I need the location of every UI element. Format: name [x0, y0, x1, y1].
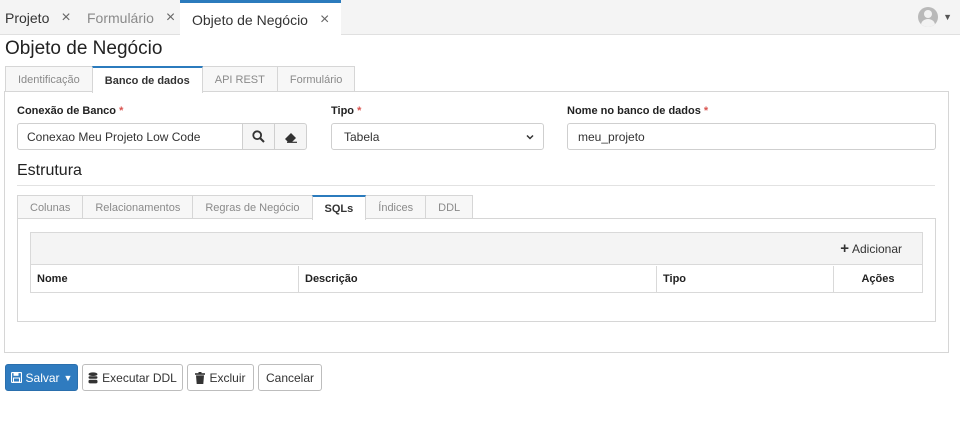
section-divider	[17, 185, 935, 186]
column-header-descricao[interactable]: Descrição	[299, 266, 657, 292]
delete-label: Excluir	[209, 370, 246, 385]
chevron-down-icon: ▼	[943, 12, 952, 22]
tipo-label-text: Tipo	[331, 105, 355, 117]
eraser-icon	[284, 132, 297, 143]
required-marker: *	[357, 105, 362, 117]
close-icon[interactable]: ×	[61, 9, 70, 26]
conexao-value: Conexao Meu Projeto Low Code	[27, 129, 201, 144]
tab-colunas[interactable]: Colunas	[17, 195, 84, 219]
column-header-tipo[interactable]: Tipo	[657, 266, 834, 292]
caret-down-icon: ▼	[63, 372, 73, 383]
avatar	[918, 7, 939, 27]
tab-banco-de-dados[interactable]: Banco de dados	[91, 66, 203, 93]
sql-grid: + Adicionar Nome Descrição Tipo Ações	[30, 232, 923, 293]
nome-banco-field[interactable]: meu_projeto	[567, 123, 936, 150]
top-tab-bar: Projeto × Formulário × Objeto de Negócio…	[0, 0, 960, 36]
top-tab-label: Objeto de Negócio	[192, 11, 308, 28]
sub-tabs: Colunas Relacionamentos Regras de Negóci…	[17, 195, 474, 220]
tab-identificacao[interactable]: Identificação	[5, 66, 93, 92]
tab-sqls[interactable]: SQLs	[311, 195, 367, 220]
tab-regras-de-negocio[interactable]: Regras de Negócio	[192, 195, 313, 219]
required-marker: *	[703, 105, 709, 117]
database-icon	[88, 371, 98, 384]
nome-label: Nome no banco de dados *	[567, 105, 708, 117]
tipo-select[interactable]: Tabela	[331, 123, 544, 150]
user-menu[interactable]: ▼	[918, 7, 952, 27]
close-icon[interactable]: ×	[320, 11, 329, 28]
main-tabs: Identificação Banco de dados API REST Fo…	[5, 66, 356, 93]
tipo-value: Tabela	[344, 129, 380, 144]
run-ddl-label: Executar DDL	[102, 370, 177, 385]
top-tab-label: Projeto	[5, 9, 50, 26]
tab-ddl[interactable]: DDL	[425, 195, 474, 219]
save-label: Salvar	[25, 370, 60, 385]
conexao-label-text: Conexão de Banco	[17, 105, 117, 117]
top-tab-formulario[interactable]: Formulário ×	[87, 0, 175, 35]
search-icon	[252, 130, 265, 143]
section-title: Estrutura	[17, 162, 82, 179]
conexao-label: Conexão de Banco *	[17, 105, 123, 117]
top-tab-projeto[interactable]: Projeto ×	[5, 0, 71, 35]
save-button[interactable]: Salvar ▼	[5, 364, 78, 391]
chevron-down-icon	[526, 134, 534, 140]
nome-label-text: Nome no banco de dados	[567, 105, 701, 117]
conexao-field[interactable]: Conexao Meu Projeto Low Code	[17, 123, 243, 150]
column-header-nome[interactable]: Nome	[31, 266, 299, 292]
tab-indices[interactable]: Índices	[365, 195, 427, 219]
top-tab-label: Formulário	[87, 9, 154, 26]
plus-icon: +	[840, 240, 849, 257]
tab-formulario[interactable]: Formulário	[276, 66, 356, 92]
column-header-acoes: Ações	[861, 273, 895, 285]
tab-relacionamentos[interactable]: Relacionamentos	[82, 195, 194, 219]
grid-toolbar: + Adicionar	[31, 233, 922, 265]
floppy-disk-icon	[10, 372, 22, 383]
tab-api-rest[interactable]: API REST	[201, 66, 278, 92]
top-tab-objeto-de-negocio[interactable]: Objeto de Negócio ×	[180, 0, 342, 36]
delete-button[interactable]: Excluir	[187, 364, 254, 391]
clear-button[interactable]	[274, 123, 307, 150]
required-marker: *	[119, 105, 124, 117]
close-icon[interactable]: ×	[166, 9, 175, 26]
page-title: Objeto de Negócio	[5, 38, 163, 59]
run-ddl-button[interactable]: Executar DDL	[82, 364, 183, 391]
trash-icon	[195, 371, 206, 384]
cancel-button[interactable]: Cancelar	[258, 364, 322, 391]
add-label: Adicionar	[851, 241, 902, 256]
nome-value: meu_projeto	[578, 129, 645, 144]
grid-header: Nome Descrição Tipo Ações	[31, 266, 922, 292]
tipo-label: Tipo *	[331, 105, 361, 117]
search-button[interactable]	[242, 123, 275, 150]
add-button[interactable]: + Adicionar	[840, 241, 902, 256]
